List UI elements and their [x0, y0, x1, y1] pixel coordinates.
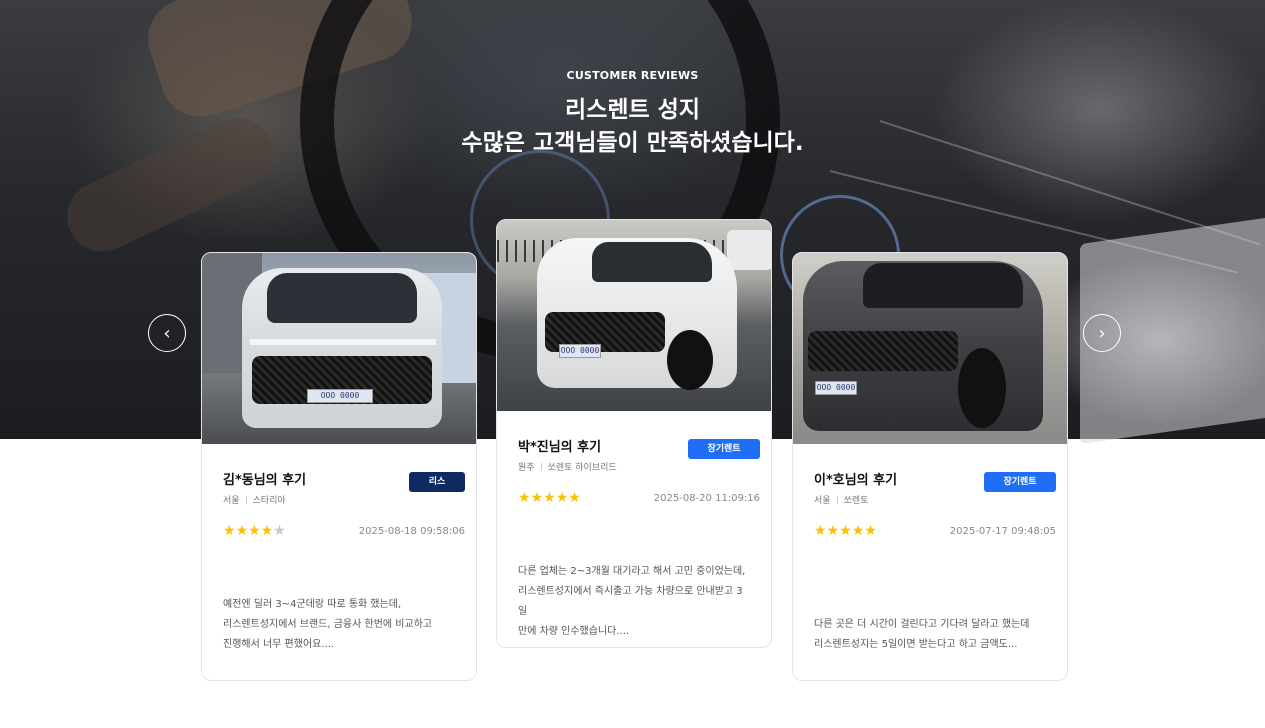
review-meta: 원주 쏘렌토 하이브리드: [518, 460, 750, 473]
star-rating: ★★★★★: [223, 523, 286, 539]
review-text-line: 진행해서 너무 편했어요....: [223, 639, 335, 650]
review-card[interactable]: OOO 0000 박*진님의 후기 원주 쏘렌토 하이브리드 장기렌트 ★★★★★…: [496, 219, 772, 648]
review-car-photo: OOO 0000: [497, 220, 771, 411]
review-meta: 서울 쏘렌토: [814, 493, 1046, 506]
review-region: 서울: [814, 496, 831, 506]
star-empty-icon: ★: [273, 523, 286, 539]
license-plate: OOO 0000: [559, 344, 601, 358]
review-text-line: 리스렌트성지에서 즉시출고 가능 차량으로 안내받고 3일: [518, 586, 743, 617]
review-date: 2025-08-20 11:09:16: [653, 492, 760, 504]
review-text: 다른 곳은 더 시간이 걸린다고 기다려 달라고 했는데 리스렌트성지는 5일이…: [814, 615, 1046, 655]
section-eyebrow: CUSTOMER REVIEWS: [566, 69, 699, 82]
review-model: 쏘렌토 하이브리드: [547, 463, 617, 473]
chevron-left-icon: ‹: [163, 322, 171, 344]
review-text-line: 만에 차량 인수했습니다....: [518, 626, 630, 637]
contract-type-badge: 리스: [409, 472, 465, 492]
review-text-line: 다른 곳은 더 시간이 걸린다고 기다려 달라고 했는데: [814, 619, 1030, 630]
review-text-line: 다른 업체는 2~3개월 대기라고 해서 고민 중이었는데,: [518, 566, 746, 577]
review-text-line: 리스렌트성지에서 브랜드, 금융사 한번에 비교하고: [223, 619, 433, 630]
star-icon: ★: [248, 523, 261, 539]
section-title-line-1: 리스렌트 성지: [565, 97, 700, 123]
chevron-right-icon: ›: [1098, 322, 1106, 344]
next-slide-button[interactable]: ›: [1083, 314, 1121, 352]
star-rating: ★★★★★: [518, 490, 581, 506]
star-icon: ★: [826, 523, 840, 539]
star-icon: ★: [530, 490, 544, 506]
star-icon: ★: [851, 523, 865, 539]
license-plate: OOO 0000: [815, 381, 857, 395]
review-card-body: 박*진님의 후기 원주 쏘렌토 하이브리드 장기렌트 ★★★★★ 2025-08-…: [497, 411, 771, 642]
prev-slide-button[interactable]: ‹: [148, 314, 186, 352]
star-icon: ★: [839, 523, 852, 539]
license-plate: OOO 0000: [307, 389, 373, 403]
review-card[interactable]: OOO 0000 김*동님의 후기 서울 스타리아 리스 ★★★★★ 2025-0…: [201, 252, 477, 681]
section-title: 리스렌트 성지 수많은 고객님들이 만족하셨습니다.: [0, 94, 1265, 160]
meta-divider: [836, 496, 838, 504]
star-icon: ★: [864, 523, 877, 539]
review-text: 다른 업체는 2~3개월 대기라고 해서 고민 중이었는데, 리스렌트성지에서 …: [518, 562, 750, 642]
star-icon: ★: [518, 490, 531, 506]
star-icon: ★: [223, 523, 236, 539]
review-date: 2025-07-17 09:48:05: [949, 525, 1056, 537]
review-text: 예전엔 딜러 3~4군데랑 따로 통화 했는데, 리스렌트성지에서 브랜드, 금…: [223, 595, 455, 655]
section-title-line-2: 수많은 고객님들이 만족하셨습니다.: [461, 130, 804, 156]
meta-divider: [245, 496, 247, 504]
review-meta: 서울 스타리아: [223, 493, 455, 506]
review-text-line: 리스렌트성지는 5일이면 받는다고 하고 금액도...: [814, 639, 1018, 650]
review-card-body: 김*동님의 후기 서울 스타리아 리스 ★★★★★ 2025-08-18 09:5…: [202, 444, 476, 655]
meta-divider: [540, 463, 542, 471]
review-model: 쏘렌토: [843, 496, 869, 506]
review-model: 스타리아: [252, 496, 286, 506]
review-region: 서울: [223, 496, 240, 506]
contract-type-badge: 장기렌트: [688, 439, 760, 459]
star-icon: ★: [235, 523, 249, 539]
review-card-body: 이*호님의 후기 서울 쏘렌토 장기렌트 ★★★★★ 2025-07-17 09:…: [793, 444, 1067, 655]
review-car-photo: OOO 0000: [202, 253, 476, 444]
review-region: 원주: [518, 463, 535, 473]
star-icon: ★: [543, 490, 556, 506]
star-icon: ★: [555, 490, 569, 506]
review-text-line: 예전엔 딜러 3~4군데랑 따로 통화 했는데,: [223, 599, 402, 610]
review-date: 2025-08-18 09:58:06: [358, 525, 465, 537]
star-icon: ★: [814, 523, 827, 539]
star-icon: ★: [568, 490, 581, 506]
review-car-photo: OOO 0000: [793, 253, 1067, 444]
star-rating: ★★★★★: [814, 523, 877, 539]
contract-type-badge: 장기렌트: [984, 472, 1056, 492]
reviews-section: CUSTOMER REVIEWS 리스렌트 성지 수많은 고객님들이 만족하셨습…: [0, 0, 1265, 728]
review-card[interactable]: OOO 0000 이*호님의 후기 서울 쏘렌토 장기렌트 ★★★★★ 2025-…: [792, 252, 1068, 681]
star-icon: ★: [260, 523, 274, 539]
